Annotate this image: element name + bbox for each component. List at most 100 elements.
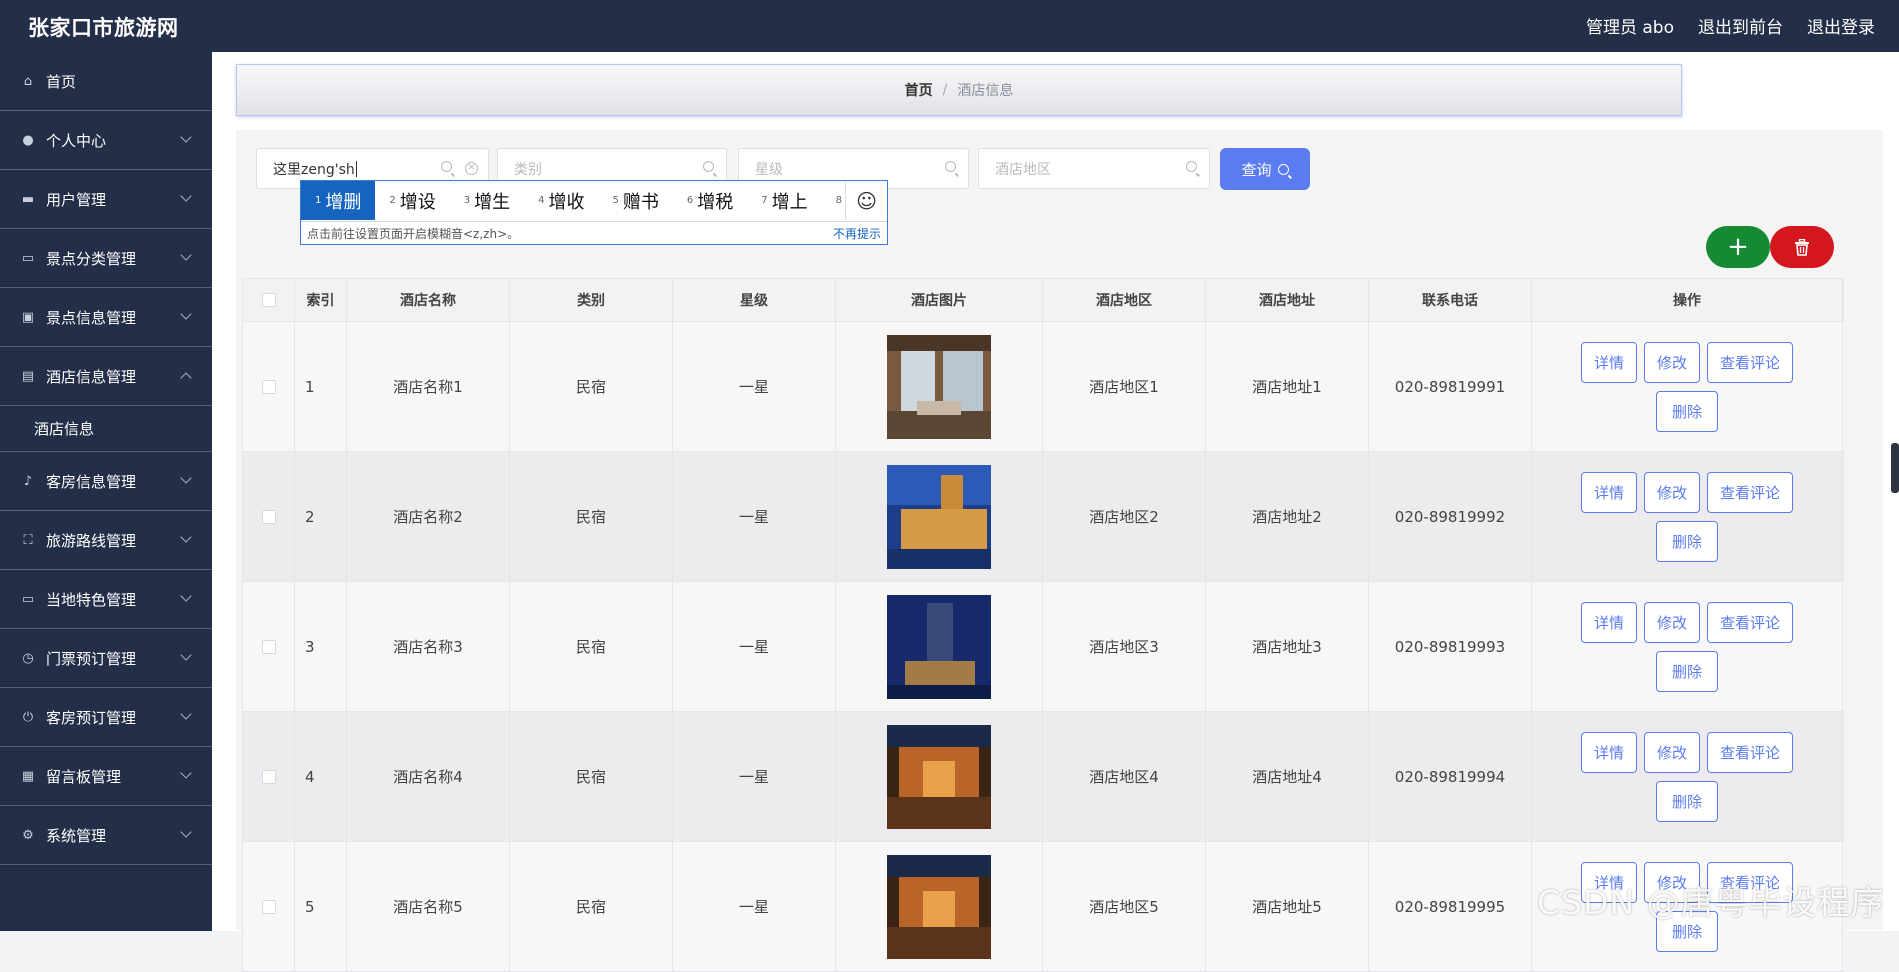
ime-candidate[interactable]: 4 增收 — [524, 181, 598, 220]
sidebar-item[interactable]: ◷ 门票预订管理 — [0, 629, 212, 688]
sidebar-item[interactable]: ▤ 酒店信息管理 — [0, 347, 212, 406]
sidebar-item[interactable]: ♪ 客房信息管理 — [0, 452, 212, 511]
sidebar-item[interactable]: ▣ 景点信息管理 — [0, 288, 212, 347]
sidebar-item[interactable]: ⚙ 系统管理 — [0, 806, 212, 865]
ime-candidate[interactable]: 2 增设 — [375, 181, 449, 220]
sidebar-item[interactable]: ▭ 当地特色管理 — [0, 570, 212, 629]
sidebar-item[interactable]: ▬ 用户管理 — [0, 170, 212, 229]
sidebar-item-label: 个人中心 — [46, 131, 107, 150]
row-checkbox[interactable] — [261, 899, 276, 914]
sidebar-item-label: 酒店信息管理 — [46, 367, 137, 386]
microphone-icon: ♪ — [23, 473, 33, 489]
row-actions-cell: 详情 修改 查看评论删除 — [1532, 712, 1843, 841]
logout-link[interactable]: 退出登录 — [1807, 13, 1875, 38]
sidebar-item-label: 景点信息管理 — [46, 308, 137, 327]
view-comments-button[interactable]: 查看评论 — [1707, 601, 1794, 643]
power-icon: ⏻ — [22, 709, 34, 725]
delete-button[interactable]: 删除 — [1656, 390, 1718, 432]
edit-button[interactable]: 修改 — [1643, 731, 1700, 773]
column-header: 酒店名称 — [347, 279, 510, 321]
courtyard-photo[interactable] — [887, 724, 991, 829]
search-button[interactable]: 查询 — [1220, 148, 1310, 190]
admin-user-label: 管理员 abo — [1585, 18, 1674, 38]
hotel-image-cell — [836, 582, 1043, 711]
cell-category: 民宿 — [510, 712, 673, 841]
hotel-tower-photo[interactable] — [887, 594, 991, 699]
chevron-down-icon — [180, 708, 192, 720]
ime-candidate-popup: 1增删2增设3增生4增收5赠书6增税7增上8增 ☺ 点击前往设置页面开启模糊音<… — [300, 180, 888, 245]
batch-delete-button[interactable] — [1770, 226, 1834, 268]
sidebar-subitem-label: 酒店信息 — [34, 420, 95, 438]
row-checkbox[interactable] — [261, 639, 276, 654]
edit-button[interactable]: 修改 — [1643, 471, 1700, 513]
delete-button[interactable]: 删除 — [1656, 780, 1718, 822]
chevron-down-icon — [180, 649, 192, 661]
sidebar-item[interactable]: ▦ 留言板管理 — [0, 747, 212, 806]
select-all-cell — [243, 279, 295, 321]
cell-category: 民宿 — [510, 842, 673, 971]
ime-candidate[interactable]: 8增 — [822, 181, 846, 220]
view-comments-button[interactable]: 查看评论 — [1707, 471, 1794, 513]
sidebar-item-label: 系统管理 — [46, 826, 107, 845]
ime-dismiss-link[interactable]: 不再提示 — [833, 225, 881, 242]
chevron-down-icon — [180, 767, 192, 779]
briefcase-icon: ▤ — [21, 368, 35, 384]
sidebar-item[interactable]: ⛶ 旅游路线管理 — [0, 511, 212, 570]
row-select-cell — [243, 322, 295, 451]
clear-icon[interactable]: ✕ — [465, 162, 478, 175]
column-header: 类别 — [510, 279, 673, 321]
star-placeholder: 星级 — [755, 161, 783, 178]
chevron-down-icon — [180, 590, 192, 602]
row-actions-cell: 详情 修改 查看评论删除 — [1532, 322, 1843, 451]
sidebar-subitem-hotel-info[interactable]: 酒店信息 — [0, 406, 212, 452]
cell-region: 酒店地区1 — [1043, 322, 1206, 451]
sidebar-item[interactable]: ⌂ 首页 — [0, 52, 212, 111]
search-icon — [1277, 163, 1289, 175]
breadcrumb-home[interactable]: 首页 — [905, 80, 933, 100]
sidebar-item-label: 客房预订管理 — [46, 708, 137, 727]
row-checkbox[interactable] — [261, 379, 276, 394]
sidebar-item[interactable]: ⏻ 客房预订管理 — [0, 688, 212, 747]
cell-star: 一星 — [673, 322, 836, 451]
ime-candidate[interactable]: 7 增上 — [747, 181, 821, 220]
detail-button[interactable]: 详情 — [1580, 731, 1637, 773]
cog-icon: ⚙ — [22, 827, 34, 843]
hotel-night-photo[interactable] — [887, 464, 991, 569]
row-checkbox[interactable] — [261, 509, 276, 524]
sidebar-item[interactable]: ● 个人中心 — [0, 111, 212, 170]
row-checkbox[interactable] — [261, 769, 276, 784]
site-title: 张家口市旅游网 — [28, 16, 179, 40]
user-icon: ● — [22, 132, 34, 148]
ime-candidate[interactable]: 5 赠书 — [599, 181, 673, 220]
smiley-icon[interactable]: ☺ — [845, 181, 887, 220]
top-bar: 张家口市旅游网 管理员 abo 退出到前台 退出登录 — [0, 0, 1899, 52]
view-comments-button[interactable]: 查看评论 — [1707, 341, 1794, 383]
to-front-link[interactable]: 退出到前台 — [1698, 13, 1783, 38]
edit-button[interactable]: 修改 — [1643, 601, 1700, 643]
sidebar-item[interactable]: ▭ 景点分类管理 — [0, 229, 212, 288]
hotel-interior-photo[interactable] — [887, 334, 991, 439]
courtyard-photo[interactable] — [887, 854, 991, 959]
edit-button[interactable]: 修改 — [1643, 341, 1700, 383]
detail-button[interactable]: 详情 — [1580, 601, 1637, 643]
column-header: 操作 — [1532, 279, 1843, 321]
detail-button[interactable]: 详情 — [1580, 341, 1637, 383]
delete-button[interactable]: 删除 — [1656, 520, 1718, 562]
column-header: 星级 — [673, 279, 836, 321]
cell-index: 4 — [295, 712, 347, 841]
view-comments-button[interactable]: 查看评论 — [1707, 731, 1794, 773]
region-input[interactable]: 酒店地区 — [978, 148, 1210, 189]
add-button[interactable]: + — [1706, 226, 1770, 268]
cell-name: 酒店名称2 — [347, 452, 510, 581]
scrollbar-thumb[interactable] — [1891, 443, 1899, 493]
column-header: 酒店地区 — [1043, 279, 1206, 321]
select-all-checkbox[interactable] — [261, 293, 276, 307]
ime-candidate-number: 5 — [612, 195, 619, 206]
delete-button[interactable]: 删除 — [1656, 650, 1718, 692]
ime-candidate[interactable]: 1 增删 — [301, 181, 376, 220]
ime-candidate[interactable]: 3 增生 — [450, 181, 524, 220]
detail-button[interactable]: 详情 — [1580, 471, 1637, 513]
ime-candidate[interactable]: 6 增税 — [673, 181, 747, 220]
row-select-cell — [243, 452, 295, 581]
row-actions-cell: 详情 修改 查看评论删除 — [1532, 582, 1843, 711]
